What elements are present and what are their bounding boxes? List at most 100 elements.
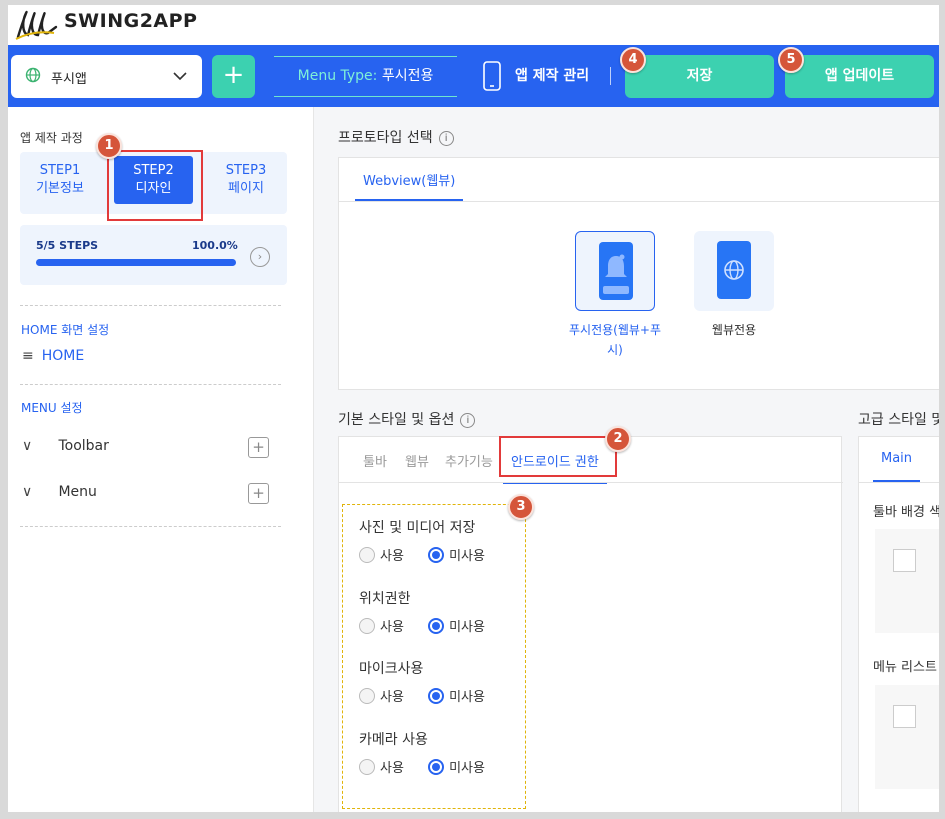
tab-main[interactable]: Main <box>873 451 921 482</box>
menu-item-toolbar[interactable]: ∨ Toolbar <box>22 438 109 454</box>
webview-phone-icon <box>717 241 751 299</box>
chevron-down-icon <box>173 72 187 81</box>
logo-bar: SWING2APP <box>8 5 939 45</box>
progress-steps-label: 5/5 STEPS <box>36 239 99 252</box>
tab-divider <box>339 482 843 483</box>
radio-location-unused[interactable]: 미사용 <box>428 616 485 635</box>
progress-percent: 100.0% <box>192 239 238 252</box>
tab-divider <box>859 482 939 483</box>
hamburger-icon: ≡ <box>22 348 34 364</box>
color-preview-box <box>875 529 939 633</box>
radio-icon <box>359 618 375 634</box>
app-window: SWING2APP 푸시앱 + Menu Type: 푸시전용 앱 제작 관리 … <box>8 5 939 812</box>
home-section-title: HOME 화면 설정 <box>21 323 110 337</box>
menu-type-key: Menu Type: <box>297 68 378 84</box>
progress-bar <box>36 259 236 266</box>
menu-color-preview-box <box>875 685 939 789</box>
tab-extra-features[interactable]: 추가기능 <box>445 451 493 470</box>
prototype-title-text: 프로토타입 선택 <box>338 130 433 146</box>
radio-location-use[interactable]: 사용 <box>359 616 404 635</box>
permission-camera-label: 카메라 사용 <box>359 732 428 748</box>
basic-style-title-text: 기본 스타일 및 옵션 <box>338 412 455 428</box>
radio-icon <box>359 759 375 775</box>
radio-label: 사용 <box>380 549 404 564</box>
app-management-link[interactable]: 앱 제작 관리 <box>515 65 589 85</box>
permission-media-radios: 사용 미사용 <box>359 545 505 564</box>
advanced-style-card: Main 툴바 배경 색 메뉴 리스트 <box>858 436 939 812</box>
radio-label: 미사용 <box>449 549 485 564</box>
sidebar: 앱 제작 과정 STEP1 기본정보 STEP2 디자인 STEP3 페이지 5… <box>8 107 314 812</box>
radio-label: 사용 <box>380 620 404 635</box>
home-menu-item[interactable]: ≡ HOME <box>22 348 84 364</box>
prototype-title: 프로토타입 선택 i <box>338 127 454 147</box>
tab-webview[interactable]: 웹뷰 <box>405 451 429 470</box>
radio-camera-unused[interactable]: 미사용 <box>428 757 485 776</box>
radio-media-unused[interactable]: 미사용 <box>428 545 485 564</box>
tab-toolbar[interactable]: 툴바 <box>363 451 387 470</box>
radio-label: 미사용 <box>449 761 485 776</box>
radio-label: 사용 <box>380 761 404 776</box>
progress-next-icon[interactable]: › <box>250 247 270 267</box>
chevron-down-icon: ∨ <box>22 484 33 500</box>
basic-style-card: 툴바 웹뷰 추가기능 안드로이드 권한 사진 및 미디어 저장 사용 미사용 위… <box>338 436 843 812</box>
logo-text: SWING2APP <box>64 10 198 32</box>
add-app-button[interactable]: + <box>212 55 255 98</box>
info-icon[interactable]: i <box>438 131 454 146</box>
divider <box>20 526 281 527</box>
prototype-webview-option[interactable] <box>694 231 774 311</box>
toolbar-divider <box>610 67 611 85</box>
color-swatch[interactable] <box>893 705 916 728</box>
radio-label: 미사용 <box>449 620 485 635</box>
radio-camera-use[interactable]: 사용 <box>359 757 404 776</box>
home-item-label: HOME <box>41 348 85 364</box>
progress-panel: 5/5 STEPS 100.0% › <box>20 225 287 285</box>
menu-item-label: Menu <box>58 484 97 500</box>
radio-media-use[interactable]: 사용 <box>359 545 404 564</box>
step-badge-3: 3 <box>508 494 534 520</box>
divider <box>20 384 281 385</box>
step1-sublabel: 기본정보 <box>36 181 84 196</box>
chevron-down-icon: ∨ <box>22 438 33 454</box>
push-phone-icon <box>599 242 633 300</box>
step-badge-2: 2 <box>605 426 631 452</box>
step1-tab[interactable]: STEP1 기본정보 <box>24 162 96 198</box>
add-menu-button[interactable]: + <box>248 483 269 504</box>
menu-item-menu[interactable]: ∨ Menu <box>22 484 97 500</box>
radio-mic-unused[interactable]: 미사용 <box>428 686 485 705</box>
radio-icon <box>359 688 375 704</box>
step-badge-5: 5 <box>778 47 804 73</box>
divider <box>20 305 281 306</box>
save-button[interactable]: 저장 <box>625 55 774 98</box>
toolbar-bg-color-label: 툴바 배경 색 <box>873 505 939 520</box>
prototype-push-option[interactable] <box>575 231 655 311</box>
permission-media-label: 사진 및 미디어 저장 <box>359 520 476 536</box>
globe-icon <box>724 260 744 280</box>
radio-mic-use[interactable]: 사용 <box>359 686 404 705</box>
build-process-title: 앱 제작 과정 <box>20 131 83 145</box>
radio-icon <box>359 547 375 563</box>
app-update-button[interactable]: 앱 업데이트 <box>785 55 934 98</box>
progress-bar-fill <box>36 259 236 266</box>
radio-label: 사용 <box>380 690 404 705</box>
phone-icon <box>483 61 501 91</box>
menu-type-display: Menu Type: 푸시전용 <box>274 56 457 97</box>
globe-icon <box>25 67 41 83</box>
tab-webview[interactable]: Webview(웹뷰) <box>355 170 464 201</box>
info-icon[interactable]: i <box>460 413 476 428</box>
basic-style-title: 기본 스타일 및 옵션 i <box>338 409 476 429</box>
swing-logo-icon <box>15 10 58 40</box>
prototype-card: Webview(웹뷰) 푸시전용(웹뷰+푸 시) 웹뷰전용 <box>338 157 939 390</box>
tab-divider <box>339 201 939 202</box>
step1-label: STEP1 <box>39 163 81 178</box>
radio-label: 미사용 <box>449 690 485 705</box>
prototype-push-label: 푸시전용(웹뷰+푸 시) <box>568 323 662 357</box>
step3-tab[interactable]: STEP3 페이지 <box>210 162 282 198</box>
permissions-area: 사진 및 미디어 저장 사용 미사용 위치권한 사용 미사용 마이크사용 사용 … <box>342 504 526 809</box>
step3-sublabel: 페이지 <box>228 181 264 196</box>
menu-item-label: Toolbar <box>58 438 109 454</box>
add-toolbar-button[interactable]: + <box>248 437 269 458</box>
color-swatch[interactable] <box>893 549 916 572</box>
app-select-dropdown[interactable]: 푸시앱 <box>11 55 202 98</box>
radio-selected-icon <box>428 618 445 634</box>
radio-selected-icon <box>428 688 445 704</box>
